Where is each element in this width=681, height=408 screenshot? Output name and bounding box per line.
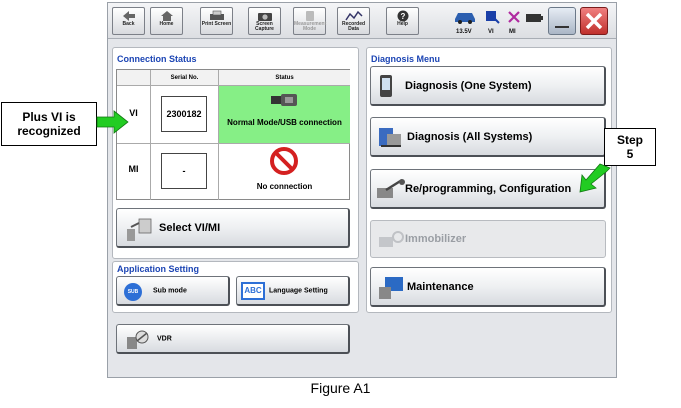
mi-serial-cell: - (151, 144, 219, 200)
mi-row-label: MI (128, 164, 139, 174)
screen-capture-label: Screen Capture (255, 21, 274, 32)
diagnosis-one-system-label: Diagnosis (One System) (405, 79, 532, 92)
all-systems-icon (379, 128, 401, 147)
reprogramming-configuration-button[interactable]: Re/programming, Configuration (370, 169, 606, 209)
reprogramming-icon (377, 178, 405, 198)
measurement-mode-label: Measurement Mode (294, 21, 327, 32)
home-button[interactable]: Home (150, 7, 183, 35)
vi-recognized-callout: Plus VI is recognized (1, 102, 97, 146)
serial-no-header: Serial No. (151, 70, 219, 86)
mi-status-cell: No connection (219, 144, 350, 200)
vi-status-cell: Normal Mode/USB connection (219, 86, 350, 144)
svg-text:?: ? (400, 12, 405, 21)
no-connection-icon (270, 147, 298, 175)
figure-caption: Figure A1 (310, 380, 371, 396)
callout-left-line1: Plus VI is (22, 110, 76, 124)
close-button[interactable] (580, 7, 608, 35)
usb-connector-icon (271, 94, 297, 106)
select-vi-mi-label: Select VI/MI (159, 221, 221, 234)
application-setting-title: Application Setting (117, 264, 199, 274)
home-label: Home (159, 21, 174, 27)
mi-status-label: MI (509, 29, 516, 35)
help-button[interactable]: ? Help (386, 7, 419, 35)
minimize-icon (555, 26, 569, 28)
minimize-button[interactable] (548, 7, 576, 35)
status-header: Status (219, 70, 350, 86)
step-5-callout: Step 5 (604, 128, 656, 166)
select-hand-icon (127, 218, 152, 241)
language-setting-label: Language Setting (269, 287, 328, 294)
sub-mode-button[interactable]: SUB Sub mode (116, 276, 230, 306)
car-battery-icon (455, 13, 475, 24)
callout-right-line1: Step (616, 133, 643, 147)
vi-serial-cell: 2300182 (151, 86, 219, 144)
sub-icon-text: SUB (127, 289, 139, 295)
vi-row-label: VI (129, 108, 138, 118)
mi-row-label-cell: MI (117, 144, 151, 200)
diagnosis-all-systems-button[interactable]: Diagnosis (All Systems) (370, 117, 606, 157)
connection-table: Serial No. Status VI 2300182 Normal Mode… (116, 69, 350, 200)
print-screen-label: Print Screen (201, 21, 232, 27)
immobilizer-button[interactable]: Immobilizer (370, 220, 606, 258)
consult-window: Back Home Print Screen Screen Capture Me… (107, 2, 617, 378)
vdr-icon (127, 330, 149, 349)
vdr-button[interactable]: VDR (116, 324, 350, 354)
recorded-data-label: Recorded Data (341, 21, 366, 32)
immobilizer-label: Immobilizer (405, 233, 467, 245)
language-icon: ABC (241, 282, 265, 300)
vi-serial-number: 2300182 (161, 96, 207, 132)
vi-status-label: VI (488, 29, 494, 35)
vdr-label: VDR (157, 335, 172, 342)
measurement-mode-button[interactable]: Measurement Mode (293, 7, 326, 35)
print-screen-button[interactable]: Print Screen (200, 7, 233, 35)
toolbar: Back Home Print Screen Screen Capture Me… (108, 3, 616, 39)
voltage-readout: 13.5V (456, 29, 472, 35)
help-label: Help (397, 21, 408, 27)
battery-icon (526, 14, 543, 22)
maintenance-label: Maintenance (407, 280, 474, 293)
callout-left-line2: recognized (17, 124, 81, 138)
table-corner-header (117, 70, 151, 86)
back-label: Back (122, 21, 135, 27)
screen-capture-button[interactable]: Screen Capture (248, 7, 281, 35)
select-vi-mi-button[interactable]: Select VI/MI (116, 208, 350, 248)
connection-status-title: Connection Status (117, 54, 197, 64)
handheld-device-icon (380, 75, 392, 97)
diagnosis-one-system-button[interactable]: Diagnosis (One System) (370, 66, 606, 106)
maintenance-icon (379, 277, 403, 299)
mi-disconnected-icon (508, 11, 520, 23)
mi-serial-number: - (161, 153, 207, 189)
diagnosis-menu-title: Diagnosis Menu (371, 54, 441, 64)
vi-connected-icon (486, 11, 500, 24)
maintenance-button[interactable]: Maintenance (370, 267, 606, 307)
diagnosis-all-systems-label: Diagnosis (All Systems) (407, 130, 533, 143)
back-button[interactable]: Back (112, 7, 145, 35)
language-setting-button[interactable]: ABC Language Setting (236, 276, 350, 306)
recorded-data-button[interactable]: Recorded Data (337, 7, 370, 35)
vi-row-label-cell: VI (117, 86, 151, 144)
immobilizer-icon (379, 231, 404, 247)
sub-mode-label: Sub mode (153, 287, 187, 294)
reprogramming-configuration-label: Re/programming, Configuration (405, 182, 572, 195)
vi-status-text: Normal Mode/USB connection (227, 118, 342, 127)
close-icon (585, 12, 603, 30)
callout-right-line2: 5 (626, 147, 634, 161)
mi-status-text: No connection (256, 182, 313, 191)
